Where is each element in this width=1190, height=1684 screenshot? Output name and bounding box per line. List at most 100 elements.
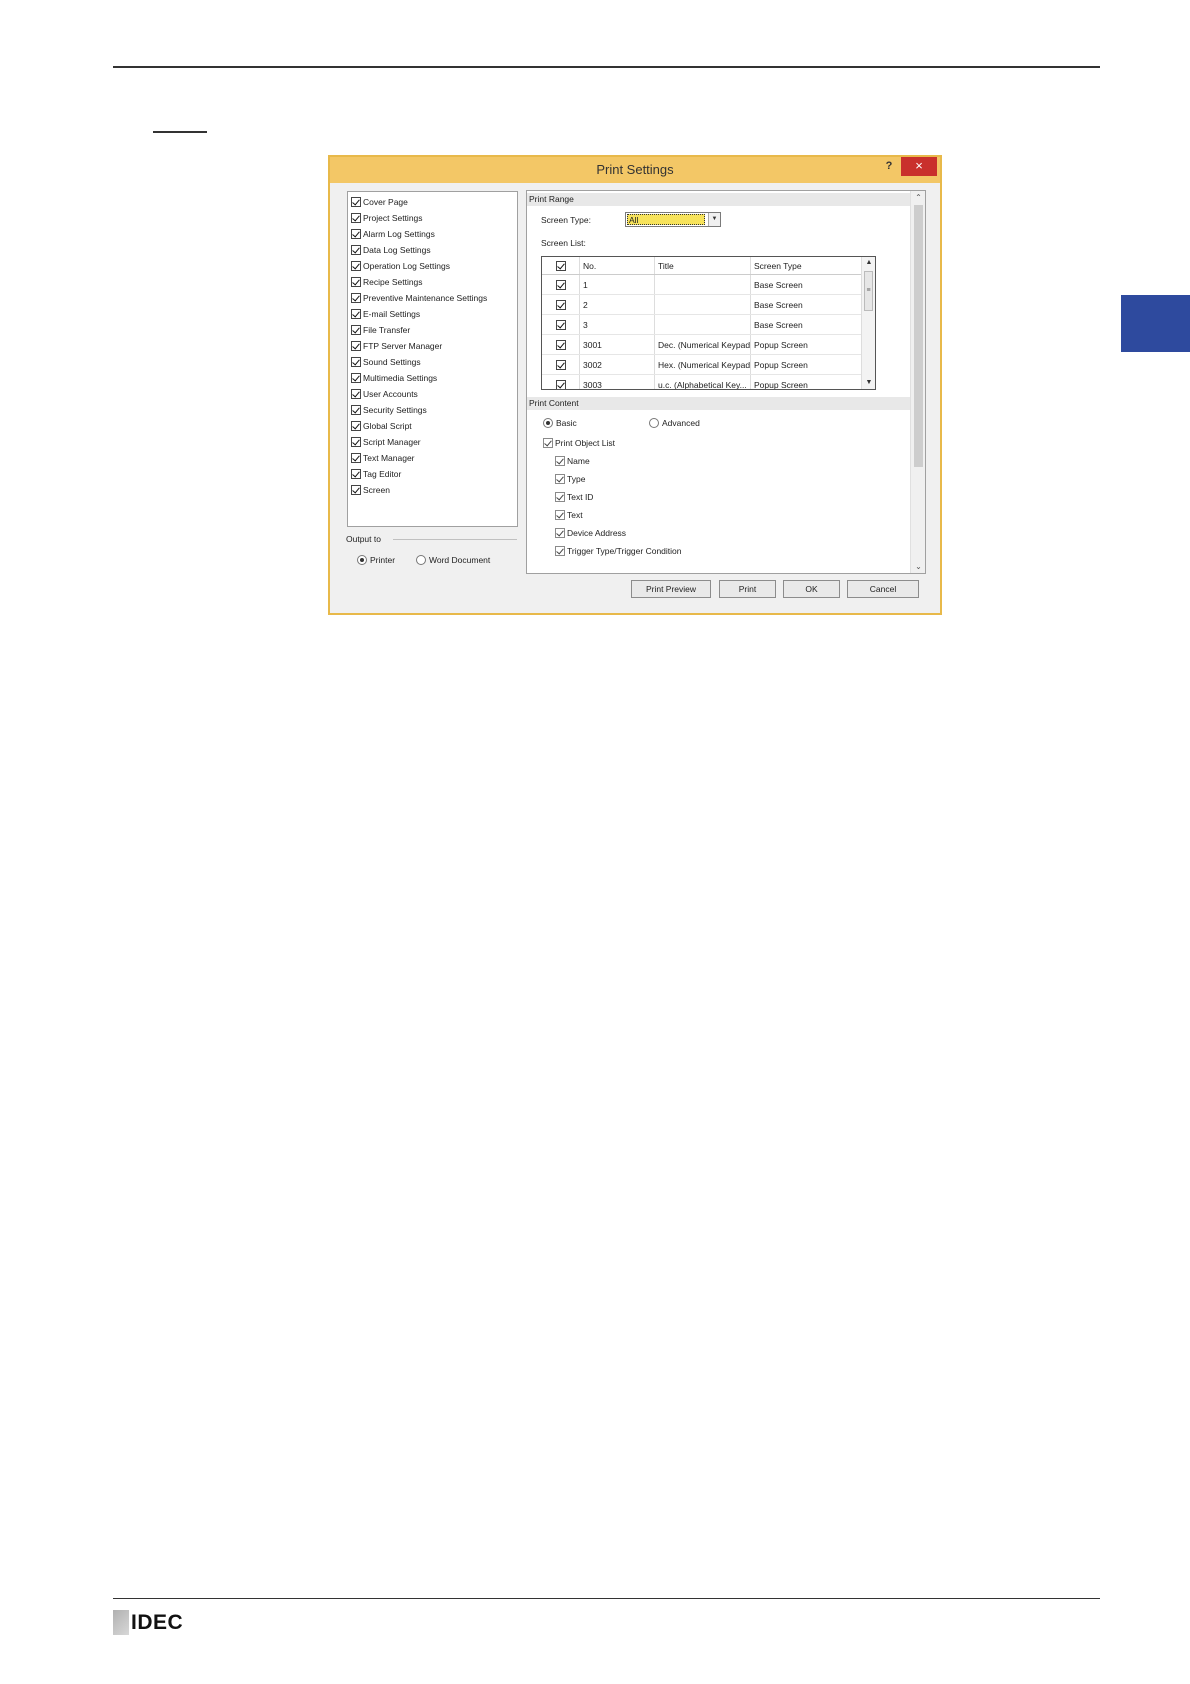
print-object-list-option[interactable]: Print Object List (543, 437, 615, 449)
printer-radio[interactable] (357, 555, 367, 565)
print-field-option[interactable]: Trigger Type/Trigger Condition (555, 545, 682, 557)
print-item-checkbox[interactable] (351, 484, 361, 495)
scroll-up-icon[interactable]: ⌃ (911, 191, 925, 204)
advanced-radio[interactable] (649, 418, 659, 428)
ok-button[interactable]: OK (783, 580, 840, 598)
print-item[interactable]: Sound Settings (351, 355, 421, 368)
table-row[interactable]: 3 Base Screen (542, 315, 862, 335)
row-checkbox[interactable] (555, 299, 566, 310)
print-item[interactable]: Script Manager (351, 435, 421, 448)
print-item-checkbox[interactable] (351, 436, 361, 447)
print-item[interactable]: Operation Log Settings (351, 259, 450, 272)
print-item[interactable]: E-mail Settings (351, 307, 420, 320)
print-item[interactable]: Multimedia Settings (351, 371, 437, 384)
close-button[interactable]: × (901, 157, 937, 176)
print-button[interactable]: Print (719, 580, 776, 598)
print-field-option[interactable]: Device Address (555, 527, 626, 539)
print-field-checkbox[interactable] (555, 492, 565, 502)
grid-scroll-thumb[interactable]: ≡ (864, 271, 873, 311)
column-no[interactable]: No. (580, 257, 655, 274)
scroll-down-icon[interactable]: ⌄ (911, 560, 925, 573)
row-checkbox[interactable] (555, 339, 566, 350)
word-document-radio[interactable] (416, 555, 426, 565)
row-checkbox[interactable] (555, 379, 566, 389)
print-item-label: FTP Server Manager (363, 340, 443, 351)
print-item[interactable]: User Accounts (351, 387, 418, 400)
print-preview-button[interactable]: Print Preview (631, 580, 711, 598)
print-item-checkbox[interactable] (351, 452, 361, 463)
print-item-checkbox[interactable] (351, 340, 361, 351)
print-item[interactable]: Preventive Maintenance Settings (351, 291, 487, 304)
scroll-up-icon[interactable]: ▲ (862, 257, 875, 269)
print-item-checkbox[interactable] (351, 388, 361, 399)
print-field-checkbox[interactable] (555, 474, 565, 484)
grid-scrollbar[interactable]: ▲ ≡ ▼ (861, 257, 875, 389)
row-check-cell[interactable] (542, 295, 580, 314)
print-item-checkbox[interactable] (351, 308, 361, 319)
table-row[interactable]: 3002 Hex. (Numerical Keypad) Popup Screen (542, 355, 862, 375)
print-item-checkbox[interactable] (351, 228, 361, 239)
print-item[interactable]: Recipe Settings (351, 275, 423, 288)
column-title[interactable]: Title (655, 257, 751, 274)
print-item[interactable]: Tag Editor (351, 467, 401, 480)
table-row[interactable]: 1 Base Screen (542, 275, 862, 295)
row-check-cell[interactable] (542, 375, 580, 389)
row-check-cell[interactable] (542, 315, 580, 334)
cancel-button[interactable]: Cancel (847, 580, 919, 598)
print-item[interactable]: Data Log Settings (351, 243, 431, 256)
print-item[interactable]: Security Settings (351, 403, 427, 416)
output-word-option[interactable]: Word Document (416, 554, 490, 566)
print-item[interactable]: Project Settings (351, 211, 423, 224)
row-check-cell[interactable] (542, 335, 580, 354)
help-button[interactable]: ? (882, 160, 896, 178)
print-item[interactable]: Global Script (351, 419, 412, 432)
print-item-checkbox[interactable] (351, 260, 361, 271)
select-all-cell[interactable] (542, 257, 580, 274)
print-item[interactable]: FTP Server Manager (351, 339, 442, 352)
row-check-cell[interactable] (542, 275, 580, 294)
print-item-checkbox[interactable] (351, 324, 361, 335)
print-item-checkbox[interactable] (351, 196, 361, 207)
print-field-option[interactable]: Text (555, 509, 583, 521)
column-screen-type[interactable]: Screen Type (751, 257, 862, 274)
print-field-checkbox[interactable] (555, 456, 565, 466)
basic-option[interactable]: Basic (543, 417, 577, 429)
print-field-checkbox[interactable] (555, 510, 565, 520)
chevron-down-icon[interactable]: ▼ (708, 213, 720, 226)
print-item-checkbox[interactable] (351, 372, 361, 383)
print-item[interactable]: Screen (351, 483, 390, 496)
print-item-checkbox[interactable] (351, 404, 361, 415)
advanced-option[interactable]: Advanced (649, 417, 700, 429)
print-item[interactable]: Alarm Log Settings (351, 227, 435, 240)
print-field-checkbox[interactable] (555, 528, 565, 538)
print-item[interactable]: Cover Page (351, 195, 408, 208)
table-row[interactable]: 2 Base Screen (542, 295, 862, 315)
print-field-checkbox[interactable] (555, 546, 565, 556)
row-checkbox[interactable] (555, 279, 566, 290)
basic-radio[interactable] (543, 418, 553, 428)
print-item[interactable]: Text Manager (351, 451, 415, 464)
row-checkbox[interactable] (555, 319, 566, 330)
print-item-checkbox[interactable] (351, 244, 361, 255)
print-item-checkbox[interactable] (351, 356, 361, 367)
print-item-checkbox[interactable] (351, 212, 361, 223)
select-all-checkbox[interactable] (555, 260, 566, 271)
print-field-option[interactable]: Text ID (555, 491, 593, 503)
scroll-down-icon[interactable]: ▼ (862, 377, 875, 389)
print-item-checkbox[interactable] (351, 276, 361, 287)
row-checkbox[interactable] (555, 359, 566, 370)
print-object-list-checkbox[interactable] (543, 438, 553, 448)
table-row[interactable]: 3001 Dec. (Numerical Keypad) Popup Screen (542, 335, 862, 355)
print-item-checkbox[interactable] (351, 468, 361, 479)
panel-scroll-thumb[interactable] (914, 205, 923, 467)
panel-scrollbar[interactable]: ⌃ ⌄ (910, 191, 925, 573)
print-item-checkbox[interactable] (351, 420, 361, 431)
output-printer-option[interactable]: Printer (357, 554, 395, 566)
print-item[interactable]: File Transfer (351, 323, 410, 336)
screen-type-select[interactable]: All ▼ (625, 212, 721, 227)
row-check-cell[interactable] (542, 355, 580, 374)
table-row[interactable]: 3003 u.c. (Alphabetical Key... Popup Scree… (542, 375, 862, 389)
print-item-checkbox[interactable] (351, 292, 361, 303)
print-field-option[interactable]: Type (555, 473, 585, 485)
print-field-option[interactable]: Name (555, 455, 590, 467)
